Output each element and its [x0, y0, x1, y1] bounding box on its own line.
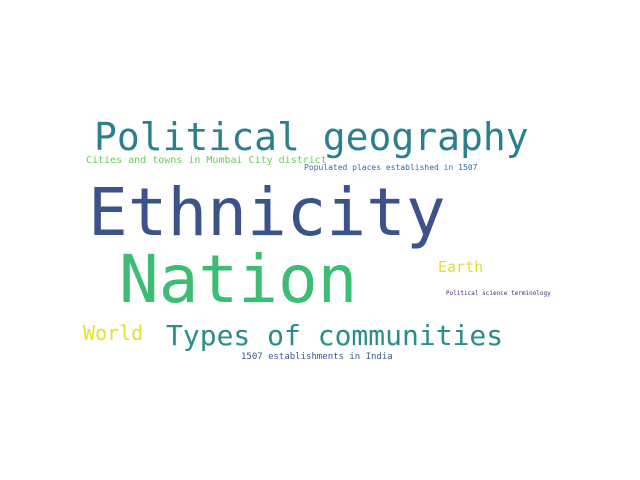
word-cloud: Ethnicity Nation Political geography Typ…	[0, 0, 640, 480]
word-cities-and-towns: Cities and towns in Mumbai City district	[86, 155, 327, 166]
word-earth: Earth	[438, 258, 484, 276]
word-populated-places: Populated places established in 1507	[304, 163, 478, 172]
word-political-science-terminology: Political science terminology	[446, 290, 551, 297]
word-ethnicity: Ethnicity	[88, 174, 446, 251]
word-types-of-communities: Types of communities	[166, 319, 504, 352]
word-political-geography: Political geography	[94, 115, 529, 159]
word-1507-establishments: 1507 establishments in India	[241, 352, 393, 362]
word-nation: Nation	[119, 241, 358, 318]
word-world: World	[83, 321, 144, 345]
